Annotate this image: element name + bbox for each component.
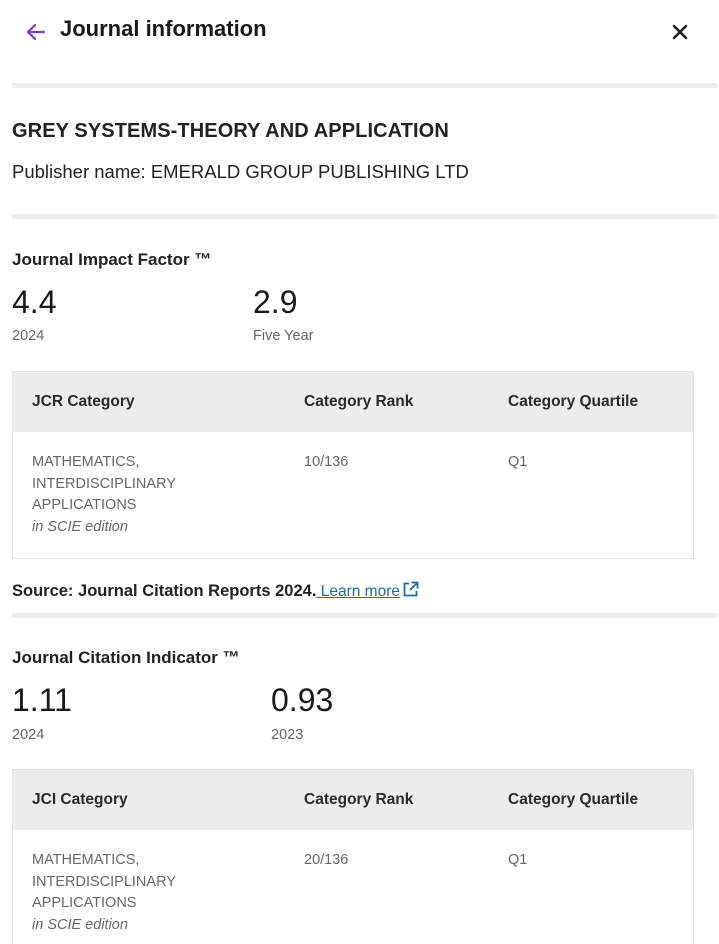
learn-more-link[interactable]: Learn more <box>316 583 400 600</box>
divider <box>12 83 717 88</box>
jif-five-year-value: 2.9 <box>253 284 298 320</box>
table-header: JCI Category Category Rank Category Quar… <box>13 770 693 830</box>
edition-label: in SCIE edition <box>32 518 128 535</box>
quartile-cell: Q1 <box>508 454 528 470</box>
dialog-header: Journal information <box>0 0 719 62</box>
jci-category-table: JCI Category Category Rank Category Quar… <box>12 769 694 944</box>
edition-label: in SCIE edition <box>32 916 128 933</box>
column-header-rank: Category Rank <box>304 791 414 808</box>
category-name-line: APPLICATIONS <box>32 895 137 911</box>
divider <box>12 214 717 219</box>
dialog-title: Journal information <box>60 16 267 41</box>
divider <box>12 613 717 618</box>
external-link-icon[interactable] <box>402 581 419 598</box>
category-cell: MATHEMATICS, INTERDISCIPLINARY APPLICATI… <box>32 850 176 936</box>
rank-cell: 20/136 <box>304 852 349 868</box>
column-header-category: JCI Category <box>32 791 128 808</box>
jci-year-label: 2024 <box>12 727 45 743</box>
quartile-cell: Q1 <box>508 852 528 868</box>
column-header-rank: Category Rank <box>304 393 414 410</box>
jci-heading: Journal Citation Indicator ™ <box>12 648 240 667</box>
jci-previous-year-label: 2023 <box>271 727 304 743</box>
table-row: MATHEMATICS, INTERDISCIPLINARY APPLICATI… <box>13 432 693 558</box>
column-header-quartile: Category Quartile <box>508 393 639 410</box>
jif-five-year-label: Five Year <box>253 328 314 344</box>
category-name-line: INTERDISCIPLINARY <box>32 475 176 492</box>
back-button[interactable] <box>22 18 50 46</box>
close-icon <box>672 24 688 40</box>
column-header-quartile: Category Quartile <box>508 791 639 808</box>
publisher-name: Publisher name: EMERALD GROUP PUBLISHING… <box>12 161 469 182</box>
journal-name: GREY SYSTEMS-THEORY AND APPLICATION <box>12 120 449 142</box>
jif-value: 4.4 <box>12 284 57 320</box>
jci-value: 1.11 <box>12 682 72 718</box>
jif-year-label: 2024 <box>12 328 45 344</box>
source-line: Source: Journal Citation Reports 2024. L… <box>12 581 419 601</box>
category-name-line: MATHEMATICS, <box>32 454 140 470</box>
table-row: MATHEMATICS, INTERDISCIPLINARY APPLICATI… <box>13 830 693 944</box>
table-header: JCR Category Category Rank Category Quar… <box>13 372 693 432</box>
category-name-line: MATHEMATICS, <box>32 852 140 868</box>
arrow-left-icon <box>26 23 46 41</box>
source-text: Source: Journal Citation Reports 2024. <box>12 582 317 600</box>
jif-heading: Journal Impact Factor ™ <box>12 250 212 269</box>
jci-previous-value: 0.93 <box>271 682 334 718</box>
jcr-category-table: JCR Category Category Rank Category Quar… <box>12 371 694 559</box>
category-name-line: APPLICATIONS <box>32 497 137 513</box>
column-header-category: JCR Category <box>32 393 135 410</box>
category-cell: MATHEMATICS, INTERDISCIPLINARY APPLICATI… <box>32 452 176 538</box>
rank-cell: 10/136 <box>304 454 349 470</box>
category-name-line: INTERDISCIPLINARY <box>32 873 176 890</box>
close-button[interactable] <box>666 18 694 46</box>
